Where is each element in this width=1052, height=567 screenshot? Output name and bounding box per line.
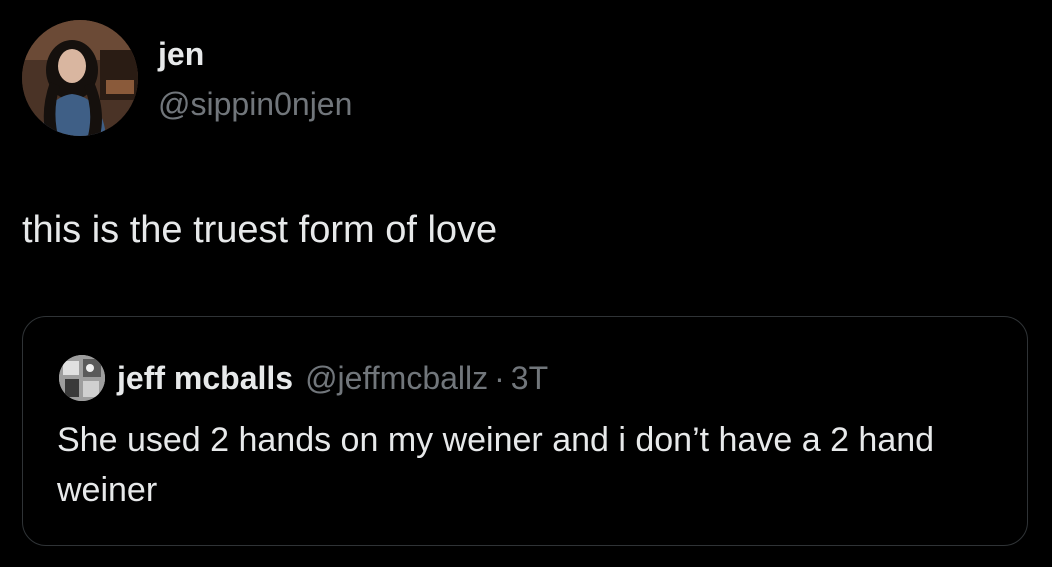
author-handle[interactable]: @sippin0njen (158, 84, 352, 124)
quoted-author-handle[interactable]: @jeffmcballz (305, 360, 488, 397)
avatar[interactable] (22, 20, 138, 136)
quoted-author-avatar[interactable] (59, 355, 105, 401)
tweet-text: this is the truest form of love (22, 209, 498, 251)
tweet: jen @sippin0njen this is the truest form… (0, 0, 1052, 567)
avatar-photo-icon (22, 20, 138, 136)
quoted-tweet-card[interactable]: jeff mcballs @jeffmcballz · 3T She used … (22, 316, 1028, 546)
quoted-tweet-text: She used 2 hands on my weiner and i don’… (57, 421, 935, 509)
separator-dot: · (494, 359, 505, 396)
quoted-timestamp[interactable]: 3T (511, 360, 548, 397)
quoted-tweet-header: jeff mcballs @jeffmcballz · 3T (117, 355, 548, 401)
author-name[interactable]: jen (158, 34, 204, 74)
quoted-author-name[interactable]: jeff mcballs (117, 360, 293, 397)
quoted-avatar-photo-icon (59, 355, 105, 401)
